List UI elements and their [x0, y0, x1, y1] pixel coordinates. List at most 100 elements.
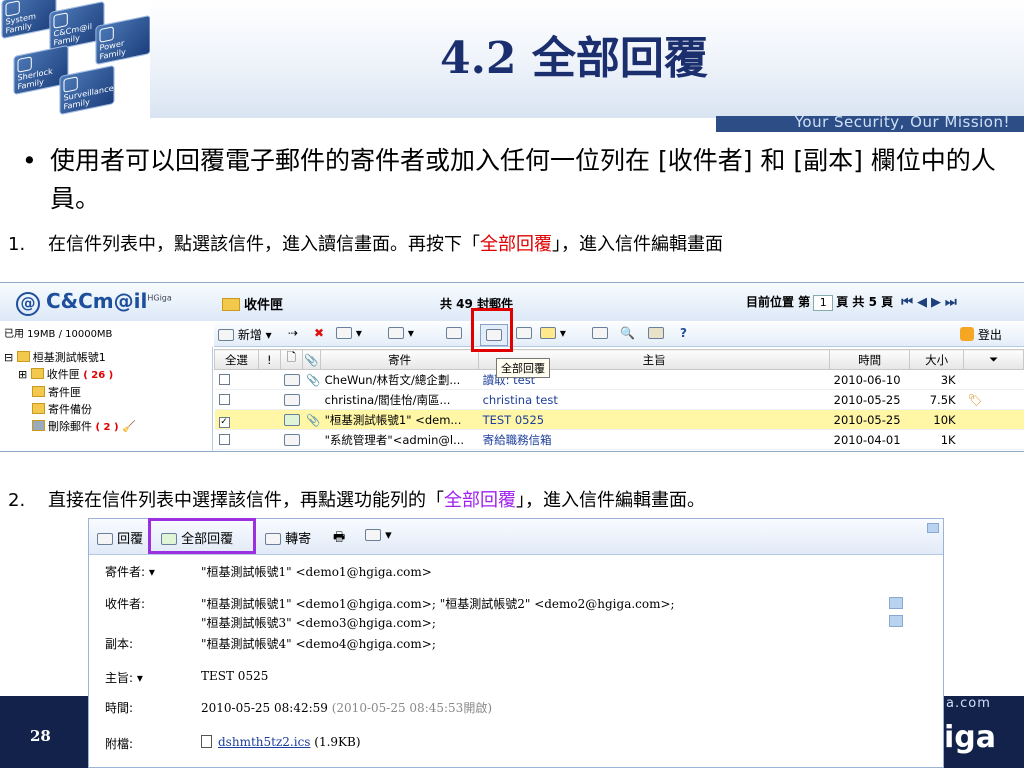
step-2: 2. 直接在信件列表中選擇該信件，再點選功能列的「全部回覆」，進入信件編輯畫面。: [8, 490, 705, 511]
new-mail-icon: [218, 329, 234, 341]
delete-menu-button[interactable]: ▾: [365, 528, 392, 543]
step-2-accent: 全部回覆: [444, 490, 516, 511]
first-page-icon[interactable]: ⏮: [901, 295, 913, 310]
row-subject[interactable]: TEST 0525: [478, 409, 830, 430]
attachment-link[interactable]: dshmth5tz2.ics: [218, 735, 310, 749]
page-number: 28: [30, 727, 51, 745]
new-mail-button[interactable]: 新增 ▾: [218, 326, 272, 344]
delete-mail-icon: [365, 529, 381, 541]
pane-divider[interactable]: [212, 347, 213, 451]
reply-all-highlight-box: [471, 308, 513, 352]
view-menu-button[interactable]: ▾: [540, 326, 566, 344]
row-time: 2010-05-25: [829, 389, 910, 410]
time-header[interactable]: 時間: [829, 349, 911, 370]
logo-tile-system: System Family: [1, 0, 57, 40]
ccmail-logo: @ C&Cm@ilHGiga: [16, 289, 172, 316]
row-time: 2010-05-25: [829, 409, 910, 430]
forward-button[interactable]: 轉寄: [265, 528, 311, 547]
table-row-selected[interactable]: ✓ 📎 "桓基測試帳號1" <dem... TEST 0525 2010-05-…: [214, 409, 1024, 430]
page-input[interactable]: 1: [813, 295, 834, 311]
reply-icon: [336, 327, 352, 339]
step-1: 1. 在信件列表中，點選該信件，進入讀信畫面。再按下「全部回覆」，進入信件編輯畫面: [8, 234, 723, 255]
row-sender: "桓基測試帳號1" <dem...: [320, 409, 479, 430]
sender-header[interactable]: 寄件: [320, 349, 480, 370]
flag-header[interactable]: !: [257, 349, 281, 370]
folder-icon: [222, 298, 240, 311]
table-row[interactable]: christina/閻佳怡/南區... christina test 2010-…: [214, 389, 1024, 410]
reply-button[interactable]: ▾: [336, 326, 362, 344]
next-page-icon[interactable]: ▶: [931, 295, 941, 310]
collapse-icon[interactable]: [927, 523, 939, 533]
at-icon: @: [16, 292, 40, 316]
bullet-point: • 使用者可以回覆電子郵件的寄件者或加入任何一位列在 [收件者] 和 [副本] …: [22, 142, 1012, 218]
logout-icon: [960, 327, 974, 341]
read-mail-icon: [284, 393, 301, 406]
tree-trash[interactable]: 刪除郵件 ( 2 ) 🧹: [4, 418, 210, 436]
reply-icon: [97, 533, 113, 545]
last-page-icon[interactable]: ⏭: [945, 295, 957, 310]
table-header: 全選 ! 🗋 📎 寄件 主旨 時間 大小 ⏷: [214, 349, 1024, 370]
flag-icon[interactable]: 🏷: [963, 389, 1024, 410]
row-size: 1K: [909, 429, 964, 450]
row-checkbox[interactable]: [218, 373, 230, 385]
trash-icon: [32, 420, 45, 431]
reply-button[interactable]: 回覆: [97, 528, 143, 547]
row-subject[interactable]: christina test: [478, 389, 830, 410]
tree-inbox[interactable]: ⊞ 收件匣 ( 26 ): [4, 366, 210, 384]
size-header[interactable]: 大小: [909, 349, 965, 370]
scroll-down-icon[interactable]: [889, 615, 903, 627]
row-checkbox-checked[interactable]: ✓: [218, 416, 230, 428]
forward-icon-2[interactable]: [516, 326, 532, 344]
time-value: 2010-05-25 08:42:59 (2010-05-25 08:45:53…: [201, 701, 492, 715]
mission-bar: Your Security, Our Mission!: [716, 113, 1024, 132]
time-label: 時間:: [105, 701, 134, 715]
slogan: Your Security, Our Mission!: [794, 113, 1010, 131]
logout-button[interactable]: 登出: [960, 326, 1002, 344]
sent-icon: [32, 403, 45, 414]
to-value-line-2: "桓基測試帳號3" <demo3@hgiga.com>;: [201, 616, 436, 630]
select-all-header[interactable]: 全選: [214, 349, 259, 370]
table-row[interactable]: 📎 CheWun/林哲文/總企劃... 讀取: test 2010-06-10 …: [214, 369, 1024, 390]
view-icon: [540, 327, 556, 339]
tree-sent[interactable]: 寄件備份: [4, 401, 210, 418]
bullet-text: 使用者可以回覆電子郵件的寄件者或加入任何一位列在 [收件者] 和 [副本] 欄位…: [50, 146, 996, 213]
quota-usage: 已用 19MB / 10000MB: [4, 329, 113, 340]
read-status-header[interactable]: 🗋: [279, 349, 303, 370]
to-label: 收件者:: [105, 597, 146, 611]
delete-icon[interactable]: ✖: [314, 326, 324, 344]
attach-label: 附檔:: [105, 737, 134, 751]
search-icon[interactable]: 🔍: [620, 326, 635, 344]
subject-label[interactable]: 主旨: ▾: [105, 669, 143, 686]
tree-outbox[interactable]: 寄件匣: [4, 384, 210, 401]
read-mail-icon: [284, 433, 301, 446]
reply-all-tooltip: 全部回覆: [496, 358, 550, 378]
address-book-icon[interactable]: [648, 326, 664, 344]
reply-sender-button[interactable]: [446, 326, 462, 344]
filter-icon[interactable]: [592, 326, 608, 344]
broom-icon[interactable]: 🧹: [122, 420, 136, 433]
row-sender: CheWun/林哲文/總企劃...: [320, 369, 479, 390]
subject-value: TEST 0525: [201, 669, 269, 683]
row-subject[interactable]: 寄給職務信箱: [478, 429, 830, 450]
row-checkbox[interactable]: [218, 433, 230, 445]
attachment-header[interactable]: 📎: [301, 349, 322, 370]
move-icon[interactable]: ⇢: [288, 326, 298, 344]
row-size: 3K: [909, 369, 964, 390]
slide-title: 4.2 全部回覆: [440, 33, 708, 84]
row-checkbox[interactable]: [218, 393, 230, 405]
footer-domain: a.com: [946, 696, 991, 711]
help-icon[interactable]: ?: [680, 326, 687, 344]
scroll-up-icon[interactable]: [889, 597, 903, 609]
prev-page-icon[interactable]: ◀: [917, 295, 927, 310]
cc-label: 副本:: [105, 637, 134, 651]
forward-button[interactable]: ▾: [388, 326, 414, 344]
table-row[interactable]: "系統管理者"<admin@l... 寄給職務信箱 2010-04-01 1K: [214, 429, 1024, 450]
mail-table: 全選 ! 🗋 📎 寄件 主旨 時間 大小 ⏷ 📎 CheWun/林哲文/總企劃.…: [214, 349, 1024, 450]
from-label[interactable]: 寄件者: ▾: [105, 563, 155, 580]
tree-account[interactable]: ⊟ 桓基測試帳號1: [4, 349, 210, 366]
folder-tree: ⊟ 桓基測試帳號1 ⊞ 收件匣 ( 26 ) 寄件匣 寄件備份 刪除郵件 ( 2…: [4, 349, 210, 436]
print-icon[interactable]: 🖶: [333, 528, 345, 550]
cc-value: "桓基測試帳號4" <demo4@hgiga.com>;: [201, 637, 436, 651]
filter-header[interactable]: ⏷: [963, 349, 1024, 370]
from-value: "桓基測試帳號1" <demo1@hgiga.com>: [201, 565, 432, 579]
